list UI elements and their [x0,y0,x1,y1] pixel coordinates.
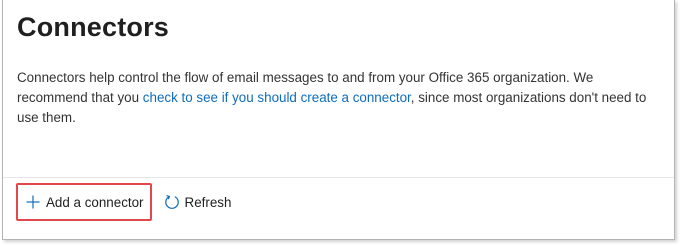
check-connector-link[interactable]: check to see if you should create a conn… [143,90,411,105]
add-connector-highlight: Add a connector [16,183,152,221]
add-connector-label: Add a connector [46,194,144,210]
page-description: Connectors help control the flow of emai… [17,68,657,128]
connectors-panel: Connectors Connectors help control the f… [2,0,675,240]
plus-icon [25,194,41,210]
refresh-icon [164,194,180,210]
divider [3,177,674,178]
add-connector-button[interactable]: Add a connector [25,194,144,210]
refresh-label: Refresh [184,194,232,210]
page-title: Connectors [17,12,170,42]
refresh-button[interactable]: Refresh [164,194,232,210]
command-bar: Add a connector Refresh [16,181,232,223]
